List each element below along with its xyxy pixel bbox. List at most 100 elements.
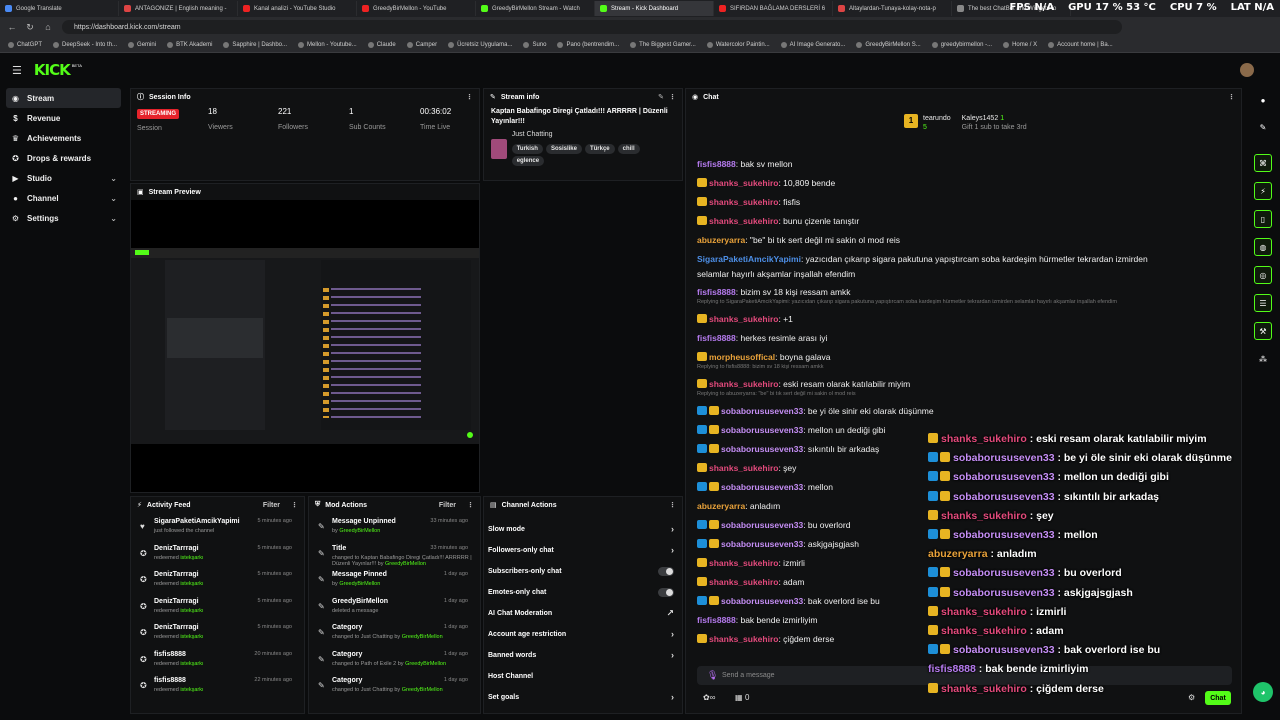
sidebar-item-studio[interactable]: ▶ Studio ⌄ <box>6 168 121 188</box>
chat-username[interactable]: sobaborususeven33 <box>721 596 803 606</box>
channel-action-host-channel[interactable]: Host Channel <box>488 666 674 686</box>
edit-icon[interactable]: ✎ <box>658 93 664 101</box>
bookmark-item[interactable]: greedybirmellon -... <box>931 41 992 48</box>
bookmark-item[interactable]: GreedyBirMellon S... <box>856 41 921 48</box>
toggle-switch[interactable] <box>658 566 674 576</box>
bookmark-item[interactable]: Suno <box>523 41 546 48</box>
channel-action-emotes-only-chat[interactable]: Emotes-only chat <box>488 582 674 602</box>
reload-icon[interactable]: ↻ <box>24 22 36 33</box>
channel-action-banned-words[interactable]: Banned words › <box>488 645 674 665</box>
bookmark-item[interactable]: ChatGPT <box>8 41 42 48</box>
mod-filter-button[interactable]: Filter <box>439 502 456 509</box>
avatar[interactable] <box>1240 63 1254 77</box>
group-icon[interactable]: ⁂ <box>1254 350 1272 368</box>
more-icon[interactable]: ⋮ <box>1228 93 1235 101</box>
chat-username[interactable]: abuzeryarra <box>697 501 745 511</box>
bookmark-item[interactable]: Account home | Ba... <box>1048 41 1113 48</box>
browser-tab[interactable]: SIFIRDAN BAĞLAMA DERSLERİ 6 <box>714 1 833 16</box>
menu-icon[interactable]: ☰ <box>12 64 22 77</box>
chat-bubble-icon[interactable]: ◍ <box>1254 238 1272 256</box>
bookmark-item[interactable]: Watercolor Paintin... <box>706 41 770 48</box>
browser-tab[interactable]: Google Translate <box>0 1 119 16</box>
chat-username[interactable]: sobaborususeven33 <box>721 406 803 416</box>
chat-username[interactable]: shanks_sukehiro <box>709 216 778 226</box>
support-chat-icon[interactable]: ◕ <box>1253 682 1273 702</box>
chat-username[interactable]: morpheusoffical <box>709 352 775 362</box>
chat-username[interactable]: shanks_sukehiro <box>709 197 778 207</box>
browser-tab[interactable]: Altaylardan-Tunaya-kolay-nota-p <box>833 1 952 16</box>
broadcast-icon[interactable]: ◎ <box>1254 266 1272 284</box>
chat-username[interactable]: shanks_sukehiro <box>709 314 778 324</box>
document-icon[interactable]: ▯ <box>1254 210 1272 228</box>
more-icon[interactable]: ⋮ <box>291 501 298 509</box>
url-field[interactable]: https://dashboard.kick.com/stream <box>62 20 1122 34</box>
chat-username[interactable]: SigaraPaketiAmcikYapimi <box>697 254 801 264</box>
back-icon[interactable]: ← <box>6 22 18 32</box>
chat-username[interactable]: shanks_sukehiro <box>709 577 778 587</box>
channel-action-set-goals[interactable]: Set goals › <box>488 687 674 707</box>
stream-tag[interactable]: Turkish <box>511 144 543 154</box>
bookmark-item[interactable]: Claude <box>367 41 396 48</box>
chat-username[interactable]: abuzeryarra <box>697 235 745 245</box>
bookmark-item[interactable]: Pano (bentrendim... <box>557 41 619 48</box>
stream-tag[interactable]: chill <box>617 144 640 154</box>
lightning-icon[interactable]: ⚡ <box>1254 182 1272 200</box>
channel-action-ai-chat-moderation[interactable]: AI Chat Moderation ↗ <box>488 603 674 623</box>
info-icon[interactable]: ● <box>1254 91 1272 109</box>
bookmark-item[interactable]: Camper <box>406 41 437 48</box>
browser-tab[interactable]: Stream - Kick Dashboard <box>595 1 714 16</box>
browser-tab[interactable]: ANTAGONIZE | English meaning - <box>119 1 238 16</box>
bookmark-item[interactable]: Home / X <box>1003 41 1037 48</box>
chat-username[interactable]: shanks_sukehiro <box>709 379 778 389</box>
chat-username[interactable]: sobaborususeven33 <box>721 520 803 530</box>
chat-username[interactable]: fisfis8888 <box>697 615 736 625</box>
emote-icon[interactable]: ✿∞ <box>703 693 715 702</box>
category-name[interactable]: Just Chatting <box>512 131 675 138</box>
bookmark-item[interactable]: Ücretsiz Uygulama... <box>448 41 512 48</box>
clip-icon[interactable]: ⌘ <box>1254 154 1272 172</box>
channel-action-slow-mode[interactable]: Slow mode › <box>488 519 674 539</box>
chat-username[interactable]: sobaborususeven33 <box>721 444 803 454</box>
browser-tab[interactable]: GreedyBirMellon - YouTube <box>357 1 476 16</box>
preview-video[interactable] <box>131 248 479 444</box>
browser-tab[interactable]: GreedyBirMellon Stream - Watch <box>476 1 595 16</box>
edit-icon[interactable]: ✎ <box>1254 118 1272 136</box>
chat-username[interactable]: shanks_sukehiro <box>709 558 778 568</box>
stream-tag[interactable]: eglence <box>511 156 545 166</box>
home-icon[interactable]: ⌂ <box>42 22 54 32</box>
bookmark-item[interactable]: AI Image Generato... <box>780 41 845 48</box>
chat-username[interactable]: sobaborususeven33 <box>721 539 803 549</box>
sidebar-item-settings[interactable]: ⚙ Settings ⌄ <box>6 208 121 228</box>
sidebar-item-channel[interactable]: ● Channel ⌄ <box>6 188 121 208</box>
mic-icon[interactable]: 🎙 <box>707 670 718 681</box>
sidebar-item-achievements[interactable]: ♛ Achievements <box>6 128 121 148</box>
more-icon[interactable]: ⋮ <box>669 501 676 509</box>
chat-username[interactable]: shanks_sukehiro <box>709 463 778 473</box>
chat-username[interactable]: shanks_sukehiro <box>709 178 778 188</box>
stream-tag[interactable]: Türkçe <box>584 144 615 154</box>
bookmark-item[interactable]: BTK Akademi <box>167 41 212 48</box>
bookmark-item[interactable]: DeepSeek - Into th... <box>53 41 117 48</box>
more-icon[interactable]: ⋮ <box>466 93 473 101</box>
bookmark-item[interactable]: Gemini <box>128 41 156 48</box>
chat-username[interactable]: fisfis8888 <box>697 287 736 297</box>
browser-tab[interactable]: Kanal analizi - YouTube Studio <box>238 1 357 16</box>
bookmark-item[interactable]: The Biggest Gamer... <box>630 41 696 48</box>
chat-username[interactable]: fisfis8888 <box>697 333 736 343</box>
sidebar-item-drops-rewards[interactable]: ✪ Drops & rewards <box>6 148 121 168</box>
chat-username[interactable]: sobaborususeven33 <box>721 482 803 492</box>
chat-username[interactable]: fisfis8888 <box>697 159 736 169</box>
channel-action-account-age-restriction[interactable]: Account age restriction › <box>488 624 674 644</box>
wrench-icon[interactable]: ⚒ <box>1254 322 1272 340</box>
channel-action-followers-only-chat[interactable]: Followers-only chat › <box>488 540 674 560</box>
channel-action-subscribers-only-chat[interactable]: Subscribers-only chat <box>488 561 674 581</box>
more-icon[interactable]: ⋮ <box>467 501 474 509</box>
chat-username[interactable]: sobaborususeven33 <box>721 425 803 435</box>
more-icon[interactable]: ⋮ <box>669 93 676 101</box>
bookmark-item[interactable]: Mellon - Youtube... <box>298 41 357 48</box>
stream-tag[interactable]: Sosislike <box>545 144 582 154</box>
list-icon[interactable]: ☰ <box>1254 294 1272 312</box>
sidebar-item-revenue[interactable]: $ Revenue <box>6 108 121 128</box>
kick-logo[interactable]: KICK <box>34 61 71 79</box>
sidebar-item-stream[interactable]: ◉ Stream <box>6 88 121 108</box>
